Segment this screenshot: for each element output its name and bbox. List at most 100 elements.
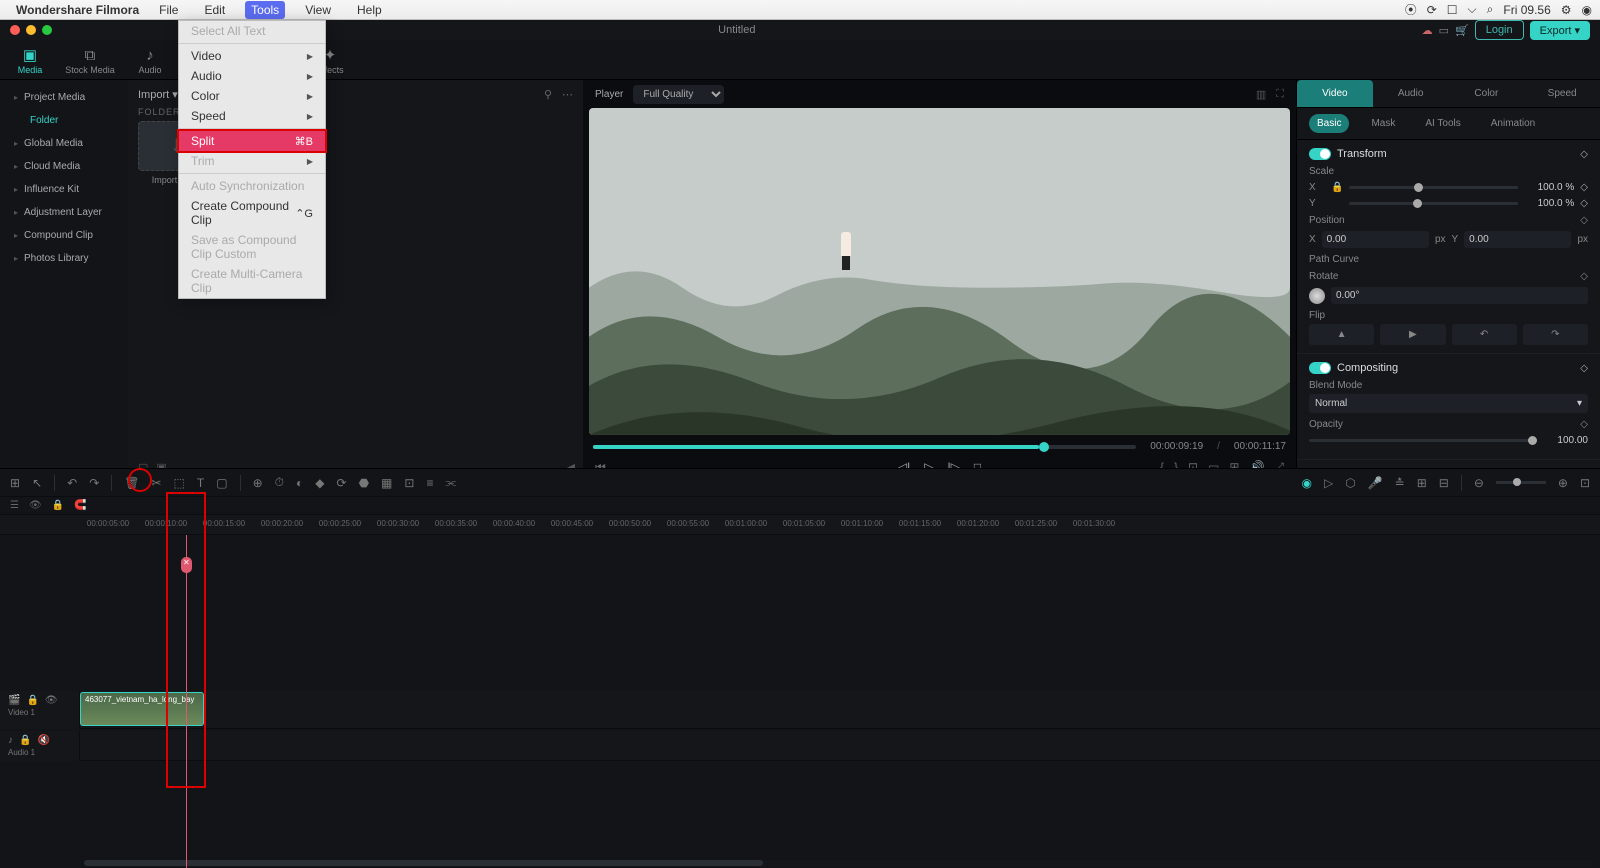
menu-tools[interactable]: Tools [245, 1, 285, 19]
sidebar-influence-kit[interactable]: Influence Kit [0, 178, 128, 201]
tl-lock-icon[interactable]: 🔒 [52, 500, 64, 511]
menu-edit[interactable]: Edit [198, 1, 231, 19]
tl-split-icon[interactable]: ✂ [151, 476, 161, 490]
rotate-r-button[interactable]: ↷ [1523, 324, 1588, 345]
tl-eye-icon[interactable]: 👁 [29, 500, 42, 511]
tl-redo-icon[interactable]: ↷ [89, 476, 99, 490]
tl-snap-icon[interactable]: ⊟ [1439, 476, 1449, 490]
wifi-icon[interactable]: ⌵ [1468, 2, 1477, 17]
transform-toggle[interactable] [1309, 148, 1331, 160]
keyframe-icon[interactable]: ◇ [1580, 149, 1588, 160]
tl-grid-icon[interactable]: ⊞ [1417, 476, 1427, 490]
subtab-mask[interactable]: Mask [1363, 114, 1403, 133]
kf-icon[interactable]: ◇ [1580, 419, 1588, 430]
menu-help[interactable]: Help [351, 1, 388, 19]
kf-icon[interactable]: ◇ [1580, 363, 1588, 374]
sidebar-cloud-media[interactable]: Cloud Media [0, 155, 128, 178]
display-icon[interactable]: ☐ [1447, 3, 1458, 17]
export-button[interactable]: Export ▾ [1530, 21, 1590, 40]
sidebar-photos-library[interactable]: Photos Library [0, 247, 128, 270]
flip-v-button[interactable]: ▶ [1380, 324, 1445, 345]
sidebar-folder[interactable]: Folder [0, 109, 128, 132]
scale-x-slider[interactable] [1349, 186, 1518, 189]
more-icon[interactable]: ⋯ [562, 88, 573, 101]
tl-adjust-icon[interactable]: ≡ [426, 476, 433, 490]
kf-icon[interactable]: ◇ [1580, 215, 1588, 226]
tl-speed-icon[interactable]: ⏱ [275, 475, 284, 490]
dd-video[interactable]: Video [179, 46, 325, 66]
filter-icon[interactable]: ⚲ [544, 88, 552, 101]
cloud-icon[interactable]: ☁ [1422, 24, 1433, 37]
tl-frame-icon[interactable]: ▢ [216, 476, 227, 490]
tl-record-icon[interactable]: ◉ [1301, 476, 1311, 490]
insp-tab-video[interactable]: Video [1297, 80, 1373, 107]
import-button[interactable]: Import ▾ [138, 88, 178, 101]
tl-color-icon[interactable]: ◐ [296, 476, 303, 490]
tab-audio[interactable]: ♪Audio [120, 45, 180, 75]
close-window[interactable] [10, 25, 20, 35]
kf-icon[interactable]: ◇ [1580, 198, 1588, 209]
tl-render-icon[interactable]: ▦ [381, 476, 392, 490]
tl-select-icon[interactable]: ⊞ [10, 476, 20, 490]
rotate-dial[interactable] [1309, 288, 1325, 304]
subtab-basic[interactable]: Basic [1309, 114, 1349, 133]
search-icon[interactable]: ⌕ [1487, 2, 1494, 17]
progress-bar[interactable] [593, 445, 1136, 449]
sidebar-adjustment-layer[interactable]: Adjustment Layer [0, 201, 128, 224]
login-button[interactable]: Login [1475, 20, 1524, 40]
kf-icon[interactable]: ◇ [1580, 182, 1588, 193]
tl-pointer-icon[interactable]: ↖ [32, 476, 42, 490]
window-controls[interactable] [10, 25, 52, 35]
menu-file[interactable]: File [153, 1, 184, 19]
audio-track-head[interactable]: ♪🔒🔇 Audio 1 [0, 731, 80, 761]
rotate-l-button[interactable]: ↶ [1452, 324, 1517, 345]
dd-color[interactable]: Color [179, 86, 325, 106]
tl-mixer-icon[interactable]: ≛ [1395, 476, 1405, 490]
tl-marker-icon[interactable]: ⬣ [359, 476, 369, 490]
tl-voiceover-icon[interactable]: ⊡ [404, 476, 414, 490]
tl-tracks-icon[interactable]: ☰ [10, 500, 19, 511]
tl-zoom-icon[interactable]: ⊕ [253, 476, 263, 490]
tl-undo-icon[interactable]: ↶ [67, 476, 77, 490]
present-icon[interactable]: ▭ [1439, 24, 1449, 37]
opacity-slider[interactable] [1309, 439, 1532, 442]
tl-mark-icon[interactable]: ⬡ [1345, 476, 1355, 490]
tl-kf-icon[interactable]: ◆ [315, 476, 324, 490]
video-track-head[interactable]: 🎬🔒👁 Video 1 [0, 691, 80, 729]
dd-audio[interactable]: Audio [179, 66, 325, 86]
clock[interactable]: Fri 09.56 [1503, 3, 1550, 17]
insp-tab-color[interactable]: Color [1449, 80, 1525, 107]
lock-icon[interactable]: 🔒 [1331, 182, 1343, 193]
cart-icon[interactable]: 🛒 [1455, 24, 1469, 37]
tl-zoom-in-icon[interactable]: ⊕ [1558, 476, 1568, 490]
minimize-window[interactable] [26, 25, 36, 35]
compositing-toggle[interactable] [1309, 362, 1331, 374]
tl-zoom-out-icon[interactable]: ⊖ [1474, 476, 1484, 490]
blend-mode-select[interactable]: Normal▾ [1309, 394, 1588, 413]
tools-dropdown[interactable]: Select All Text Video Audio Color Speed … [178, 20, 326, 299]
dd-split[interactable]: Split⌘B [177, 129, 327, 153]
tl-mic-icon[interactable]: 🎤 [1368, 476, 1383, 490]
sync-icon[interactable]: ⟳ [1427, 3, 1437, 17]
snapshot-icon[interactable]: ⛶ [1276, 88, 1284, 101]
dd-compound[interactable]: Create Compound Clip⌃G [179, 196, 325, 230]
tl-link-icon[interactable]: ⫘ [445, 475, 456, 490]
dd-speed[interactable]: Speed [179, 106, 325, 126]
scale-y-slider[interactable] [1349, 202, 1518, 205]
menu-view[interactable]: View [299, 1, 337, 19]
user-icon[interactable]: ◉ [1582, 3, 1592, 17]
pos-x-input[interactable] [1322, 231, 1429, 248]
video-preview[interactable] [589, 108, 1290, 435]
record-icon[interactable]: ⦿ [1405, 1, 1417, 18]
sidebar-compound-clip[interactable]: Compound Clip [0, 224, 128, 247]
subtab-ai[interactable]: AI Tools [1417, 114, 1468, 133]
sidebar-global-media[interactable]: Global Media [0, 132, 128, 155]
audio-track-lane[interactable] [80, 731, 1600, 761]
timeline-tracks[interactable]: 🎬🔒👁 Video 1 463077_vietnam_ha_long_bay ♪… [0, 535, 1600, 868]
tl-refresh-icon[interactable]: ⟳ [337, 476, 347, 490]
maximize-window[interactable] [42, 25, 52, 35]
rotate-input[interactable] [1331, 287, 1588, 304]
tab-stock[interactable]: ⧉Stock Media [60, 45, 120, 75]
tl-magnet-icon[interactable]: 🧲 [74, 500, 86, 511]
tl-fit-icon[interactable]: ⊡ [1580, 476, 1590, 490]
